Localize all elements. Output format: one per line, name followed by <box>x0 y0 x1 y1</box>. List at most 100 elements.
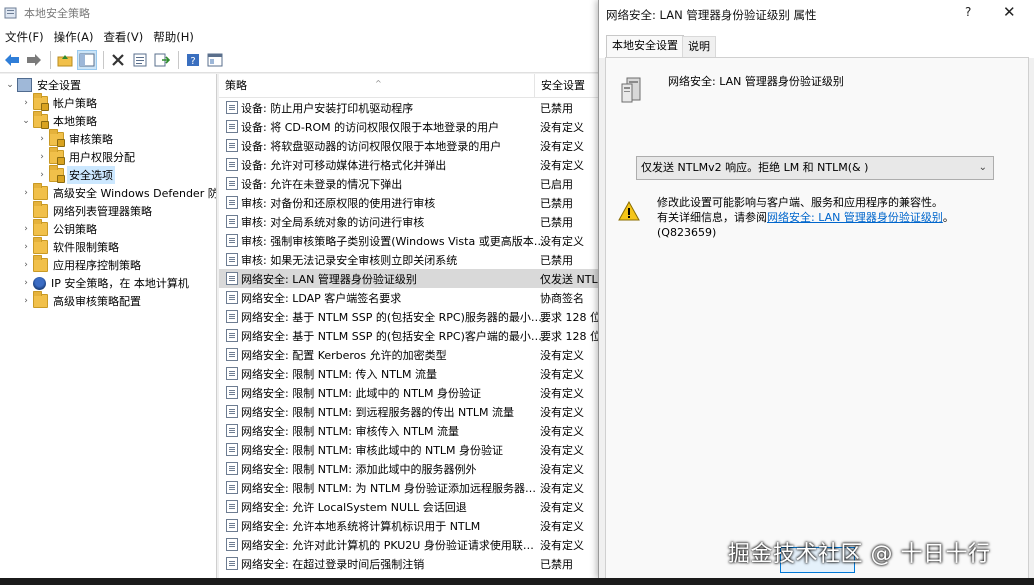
properties-icon[interactable] <box>130 50 150 70</box>
help-button[interactable]: ? <box>965 5 971 19</box>
policy-icon <box>226 367 238 380</box>
policy-row[interactable]: 网络安全: 限制 NTLM: 此域中的 NTLM 身份验证 没有定义 <box>219 383 600 402</box>
collapsed-chevron-icon[interactable]: › <box>36 169 48 181</box>
policy-name: 网络安全: 限制 NTLM: 审核此域中的 NTLM 身份验证 <box>241 443 504 457</box>
policy-setting: 没有定义 <box>540 158 584 172</box>
tree-item-label: 用户权限分配 <box>69 151 135 164</box>
policy-name: 审核: 对全局系统对象的访问进行审核 <box>241 215 425 229</box>
policy-row[interactable]: 网络安全: LAN 管理器身份验证级别 仅发送 NTLM <box>219 269 600 288</box>
tab-local-security-setting[interactable]: 本地安全设置 <box>606 35 684 59</box>
collapsed-chevron-icon[interactable]: › <box>20 187 32 199</box>
tree-item[interactable]: › 高级安全 Windows Defender 防火墙 <box>20 183 216 202</box>
policy-row[interactable]: 网络安全: 限制 NTLM: 添加此域中的服务器例外 没有定义 <box>219 459 600 478</box>
lock-folder-icon <box>49 165 65 183</box>
tree-item[interactable]: 网络列表管理器策略 <box>20 201 154 220</box>
menu-action[interactable]: 操作(A) <box>49 29 99 45</box>
tab-explain[interactable]: 说明 <box>682 36 716 58</box>
forward-icon[interactable] <box>24 50 44 70</box>
policy-row[interactable]: 网络安全: 限制 NTLM: 审核此域中的 NTLM 身份验证 没有定义 <box>219 440 600 459</box>
policy-icon <box>226 557 238 570</box>
collapsed-chevron-icon[interactable]: › <box>20 295 32 307</box>
policy-row[interactable]: 网络安全: 允许本地系统将计算机标识用于 NTLM 没有定义 <box>219 516 600 535</box>
policy-help-link[interactable]: 网络安全: LAN 管理器身份验证级别 <box>767 211 943 224</box>
policy-icon <box>226 310 238 323</box>
collapsed-chevron-icon[interactable]: › <box>20 241 32 253</box>
policy-icon <box>226 196 238 209</box>
back-icon[interactable] <box>2 50 22 70</box>
policy-setting: 没有定义 <box>540 519 584 533</box>
console-icon[interactable] <box>205 50 225 70</box>
policy-row[interactable]: 设备: 防止用户安装打印机驱动程序 已禁用 <box>219 98 600 117</box>
policy-name: 审核: 强制审核策略子类别设置(Windows Vista 或更高版本… <box>241 234 545 248</box>
policy-row[interactable]: 设备: 允许在未登录的情况下弹出 已启用 <box>219 174 600 193</box>
policy-row[interactable]: 网络安全: 允许对此计算机的 PKU2U 身份验证请求使用联… 没有定义 <box>219 535 600 554</box>
collapsed-chevron-icon[interactable]: › <box>20 277 32 289</box>
policy-row[interactable]: 网络安全: 基于 NTLM SSP 的(包括安全 RPC)服务器的最小… 要求 1… <box>219 307 600 326</box>
policy-row[interactable]: 审核: 对全局系统对象的访问进行审核 已禁用 <box>219 212 600 231</box>
menu-help[interactable]: 帮助(H) <box>148 29 199 45</box>
policy-name: 网络安全: 限制 NTLM: 为 NTLM 身份验证添加远程服务器… <box>241 481 537 495</box>
policy-row[interactable]: 网络安全: 限制 NTLM: 为 NTLM 身份验证添加远程服务器… 没有定义 <box>219 478 600 497</box>
menu-file[interactable]: 文件(F) <box>0 29 49 45</box>
collapsed-chevron-icon[interactable]: › <box>20 223 32 235</box>
policy-row[interactable]: 网络安全: 限制 NTLM: 审核传入 NTLM 流量 没有定义 <box>219 421 600 440</box>
help-icon[interactable]: ? <box>183 50 203 70</box>
tree-item[interactable]: › IP 安全策略，在 本地计算机 <box>20 274 191 292</box>
policy-name: 网络安全: 允许本地系统将计算机标识用于 NTLM <box>241 519 481 533</box>
column-header-policy[interactable]: 策略 ^ <box>219 74 535 98</box>
policy-row[interactable]: 审核: 如果无法记录安全审核则立即关闭系统 已禁用 <box>219 250 600 269</box>
policy-row[interactable]: 设备: 将软盘驱动器的访问权限仅限于本地登录的用户 没有定义 <box>219 136 600 155</box>
folder-icon <box>33 201 48 218</box>
tree-item[interactable]: › 软件限制策略 <box>20 237 121 256</box>
tree-item[interactable]: › 安全选项 <box>36 165 115 184</box>
show-tree-icon[interactable] <box>77 49 97 70</box>
warning-kb: (Q823659) <box>657 226 717 239</box>
delete-icon[interactable] <box>108 50 128 70</box>
policy-setting: 没有定义 <box>540 538 584 552</box>
server-policy-icon <box>620 76 646 104</box>
tree-item-label: 软件限制策略 <box>53 241 119 254</box>
policy-row[interactable]: 审核: 对备份和还原权限的使用进行审核 已禁用 <box>219 193 600 212</box>
policy-row[interactable]: 网络安全: 配置 Kerberos 允许的加密类型 没有定义 <box>219 345 600 364</box>
tree-item-label: 安全设置 <box>37 79 81 92</box>
tree-item[interactable]: › 公钥策略 <box>20 219 99 238</box>
collapsed-chevron-icon[interactable]: › <box>36 151 48 163</box>
policy-name: 网络安全: 限制 NTLM: 添加此域中的服务器例外 <box>241 462 477 476</box>
menu-view[interactable]: 查看(V) <box>98 29 148 45</box>
policy-icon <box>226 329 238 342</box>
expanded-chevron-icon[interactable]: ⌄ <box>4 79 16 91</box>
policy-row[interactable]: 网络安全: 在超过登录时间后强制注销 已禁用 <box>219 554 600 573</box>
tree-item[interactable]: › 高级审核策略配置 <box>20 291 143 310</box>
policy-row[interactable]: 网络安全: 允许 LocalSystem NULL 会话回退 没有定义 <box>219 497 600 516</box>
tree-item[interactable]: › 应用程序控制策略 <box>20 255 143 274</box>
column-header-setting[interactable]: 安全设置 <box>535 74 600 98</box>
policy-row[interactable]: 设备: 将 CD-ROM 的访问权限仅限于本地登录的用户 没有定义 <box>219 117 600 136</box>
tree-item[interactable]: › 用户权限分配 <box>36 147 137 166</box>
policy-row[interactable]: 网络安全: 限制 NTLM: 传入 NTLM 流量 没有定义 <box>219 364 600 383</box>
policy-name: 网络安全: 限制 NTLM: 审核传入 NTLM 流量 <box>241 424 460 438</box>
tree-item[interactable]: › 审核策略 <box>36 129 115 148</box>
policy-row[interactable]: 网络安全: LDAP 客户端签名要求 协商签名 <box>219 288 600 307</box>
policy-row[interactable]: 网络安全: 基于 NTLM SSP 的(包括安全 RPC)客户端的最小… 要求 1… <box>219 326 600 345</box>
policy-row[interactable]: 审核: 强制审核策略子类别设置(Windows Vista 或更高版本… 没有定义 <box>219 231 600 250</box>
policy-setting: 已禁用 <box>540 557 573 571</box>
policy-name: 网络安全: LAN 管理器身份验证级别 <box>241 272 417 286</box>
collapsed-chevron-icon[interactable]: › <box>20 259 32 271</box>
policy-name: 审核: 对备份和还原权限的使用进行审核 <box>241 196 436 210</box>
up-folder-icon[interactable] <box>55 50 75 70</box>
collapsed-chevron-icon[interactable]: › <box>20 97 32 109</box>
export-icon[interactable] <box>152 50 172 70</box>
collapsed-chevron-icon[interactable]: › <box>36 133 48 145</box>
tree-item[interactable]: ⌄ 本地策略 <box>20 111 99 130</box>
auth-level-select[interactable]: 仅发送 NTLMv2 响应。拒绝 LM 和 NTLM(& ) ⌄ <box>636 156 994 180</box>
tree-item[interactable]: › 帐户策略 <box>20 93 99 112</box>
policy-row[interactable]: 网络安全: 限制 NTLM: 到远程服务器的传出 NTLM 流量 没有定义 <box>219 402 600 421</box>
tree-item[interactable]: ⌄ 安全设置 <box>4 76 83 94</box>
policy-row[interactable]: 设备: 允许对可移动媒体进行格式化并弹出 没有定义 <box>219 155 600 174</box>
expanded-chevron-icon[interactable]: ⌄ <box>20 115 32 127</box>
console-tree: ⌄ 安全设置 › 帐户策略 ⌄ 本地策略 › 审核策略 › 用户权限分配 › 安全选项 › 高级安全 Wi… <box>0 74 217 578</box>
policy-icon <box>226 177 238 190</box>
close-button[interactable]: ✕ <box>1003 3 1016 21</box>
policy-name: 审核: 如果无法记录安全审核则立即关闭系统 <box>241 253 458 267</box>
policy-setting: 要求 128 位 <box>540 329 600 343</box>
